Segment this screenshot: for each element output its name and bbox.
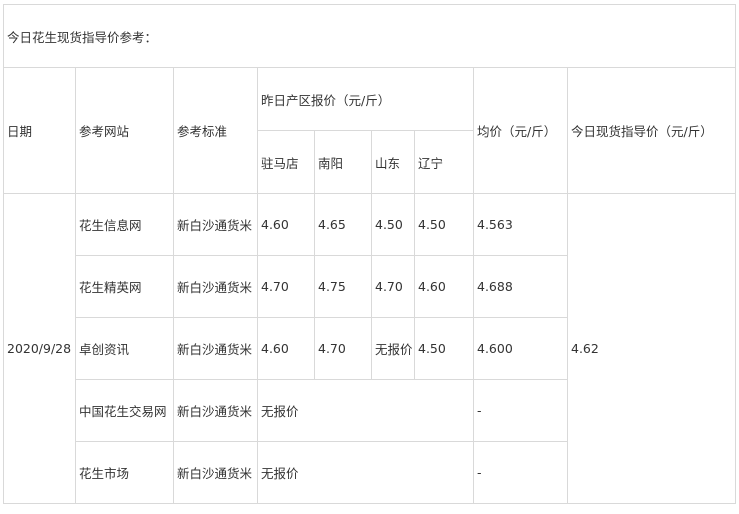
site-cell: 中国花生交易网 xyxy=(75,379,174,442)
avg-cell: 4.688 xyxy=(473,255,568,318)
standard-cell: 新白沙通货米 xyxy=(173,379,258,442)
no-quote-cell: 无报价 xyxy=(257,441,474,504)
standard-cell: 新白沙通货米 xyxy=(173,317,258,380)
header-site: 参考网站 xyxy=(75,67,174,194)
price-table: 今日花生现货指导价参考： 日期 参考网站 参考标准 昨日产区报价（元/斤） 均价… xyxy=(2,4,737,504)
price-cell: 4.50 xyxy=(414,193,474,256)
price-cell: 4.70 xyxy=(371,255,415,318)
standard-cell: 新白沙通货米 xyxy=(173,255,258,318)
price-cell: 4.75 xyxy=(314,255,372,318)
header-region-nanyang: 南阳 xyxy=(314,130,372,194)
header-guide: 今日现货指导价（元/斤） xyxy=(566,67,737,194)
price-cell: 4.50 xyxy=(371,193,415,256)
avg-cell: - xyxy=(473,441,568,504)
price-cell: 4.70 xyxy=(314,317,372,380)
price-cell: 4.60 xyxy=(257,193,315,256)
table-title: 今日花生现货指导价参考： xyxy=(2,4,737,68)
price-cell: 4.70 xyxy=(257,255,315,318)
header-region-liaoning: 辽宁 xyxy=(414,130,474,194)
page: 今日花生现货指导价参考： 日期 参考网站 参考标准 昨日产区报价（元/斤） 均价… xyxy=(0,0,739,514)
site-cell: 卓创资讯 xyxy=(75,317,174,380)
header-date: 日期 xyxy=(3,67,76,194)
avg-cell: 4.563 xyxy=(473,193,568,256)
avg-cell: - xyxy=(473,379,568,442)
table-row: 2020/9/28 花生信息网 新白沙通货米 4.60 4.65 4.50 4.… xyxy=(3,193,737,504)
header-standard: 参考标准 xyxy=(173,67,258,194)
standard-cell: 新白沙通货米 xyxy=(173,441,258,504)
site-cell: 花生精英网 xyxy=(75,255,174,318)
site-cell: 花生市场 xyxy=(75,441,174,504)
standard-cell: 新白沙通货米 xyxy=(173,193,258,256)
price-cell: 4.60 xyxy=(257,317,315,380)
avg-cell: 4.600 xyxy=(473,317,568,380)
header-region-group: 昨日产区报价（元/斤） xyxy=(257,67,474,131)
header-region-shandong: 山东 xyxy=(371,130,415,194)
date-cell: 2020/9/28 xyxy=(3,193,76,504)
site-cell: 花生信息网 xyxy=(75,193,174,256)
price-cell: 无报价 xyxy=(371,317,415,380)
price-cell: 4.65 xyxy=(314,193,372,256)
price-cell: 4.60 xyxy=(414,255,474,318)
header-region-zhumadian: 驻马店 xyxy=(257,130,315,194)
guide-price-cell: 4.62 xyxy=(566,193,737,504)
header-avg: 均价（元/斤） xyxy=(473,67,568,194)
no-quote-cell: 无报价 xyxy=(257,379,474,442)
price-cell: 4.50 xyxy=(414,317,474,380)
